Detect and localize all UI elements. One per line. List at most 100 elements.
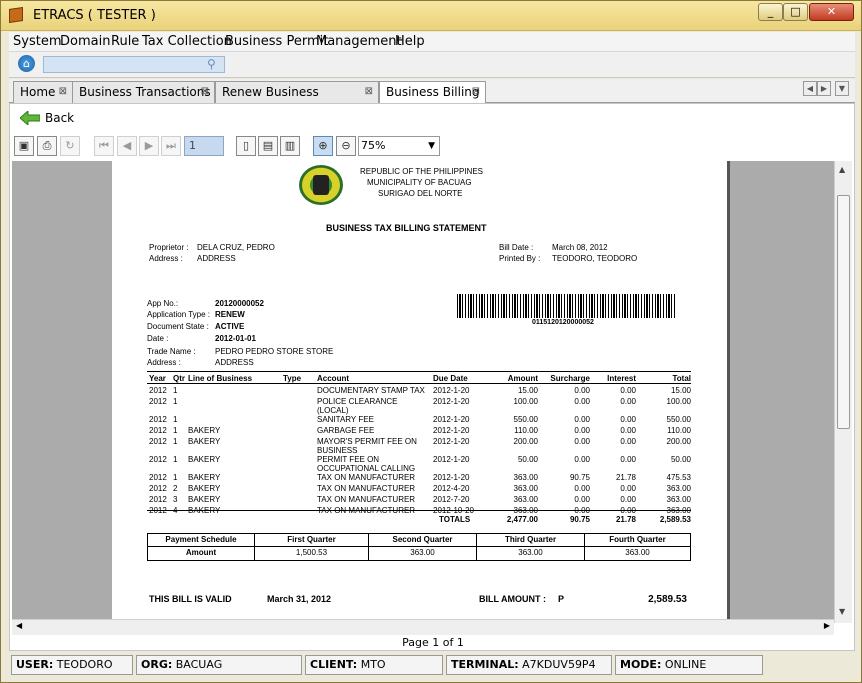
table-cell: 2012 [149,397,167,406]
back-arrow-icon [20,111,40,125]
municipal-seal-icon [299,165,343,205]
zoom-value: 75% [361,139,386,152]
home-icon[interactable]: ⌂ [18,55,35,72]
printed-by-label: Printed By : [499,254,541,263]
table-cell: 0.00 [620,386,636,395]
table-header-cell: Type [283,374,302,383]
scroll-left-icon[interactable]: ◀ [16,621,22,630]
next-page-icon[interactable]: ▶ [139,136,159,156]
table-cell: 200.00 [513,437,538,446]
date-value: 2012-01-01 [215,334,256,343]
app-type-label: Application Type : [147,310,211,319]
close-tab-icon[interactable]: ⊠ [201,82,209,102]
schedule-header: Fourth Quarter [584,534,690,547]
address-bar: ⌂ ⚲ [9,52,855,78]
menu-domain[interactable]: Domain [60,34,110,49]
table-cell: 550.00 [513,415,538,424]
maximize-button[interactable]: □ [783,3,808,21]
horizontal-scrollbar[interactable]: ◀ ▶ [12,619,834,635]
schedule-header: Second Quarter [368,534,476,547]
tab-renew-business[interactable]: Renew Business (Capture)⊠ [215,81,379,119]
close-button[interactable]: ✕ [809,3,854,21]
fit-page-icon[interactable]: ▤ [258,136,278,156]
tab-scroll-right-icon[interactable]: ▶ [817,81,831,96]
menu-system[interactable]: System [13,34,61,49]
status-bar: USER: TEODORO ORG: BACUAG CLIENT: MTO TE… [9,653,855,677]
status-value: TEODORO [56,658,113,671]
report-viewport[interactable]: REPUBLIC OF THE PHILIPPINES MUNICIPALITY… [12,161,852,623]
menu-business-permit[interactable]: Business Permit [225,34,328,49]
scroll-right-icon[interactable]: ▶ [824,621,830,630]
menu-management[interactable]: Management [316,34,402,49]
status-value: BACUAG [175,658,223,671]
table-cell: 2012-1-20 [433,426,470,435]
minimize-button[interactable]: _ [758,3,783,21]
tab-scroll-left-icon[interactable]: ◀ [803,81,817,96]
tab-business-billing[interactable]: Business Billing ⊠ [379,81,486,104]
scroll-down-icon[interactable]: ▼ [839,607,845,616]
doc-state-label: Document State : [147,322,209,331]
tab-home[interactable]: Home ⊠ [13,81,73,103]
tab-label: Business Billing [386,85,480,99]
schedule-value: 1,500.53 [254,547,368,560]
tab-label: Business Transactions [79,85,211,99]
app-type-value: RENEW [215,310,245,319]
table-cell: GARBAGE FEE [317,426,375,435]
menu-tax-collection[interactable]: Tax Collection [142,34,232,49]
actual-size-icon[interactable]: ▯ [236,136,256,156]
vertical-scrollbar[interactable]: ▲ ▼ [834,161,852,623]
zoom-out-icon[interactable]: ⊖ [336,136,356,156]
previous-page-icon[interactable]: ◀ [117,136,137,156]
table-cell: SANITARY FEE [317,415,374,424]
table-cell: 21.78 [615,473,636,482]
table-cell: 2012 [149,415,167,424]
table-cell: BAKERY [188,426,221,435]
tab-business-transactions[interactable]: Business Transactions ⊠ [72,81,215,103]
print-icon[interactable]: ⎙ [37,136,57,156]
table-cell: 0.00 [620,426,636,435]
title-bar[interactable]: ETRACS ( TESTER ) _ □ ✕ [1,1,861,31]
valid-label: THIS BILL IS VALID [149,594,232,604]
bill-date-label: Bill Date : [499,243,534,252]
zoom-in-icon[interactable]: ⊕ [313,136,333,156]
app-window: ETRACS ( TESTER ) _ □ ✕ System Domain Ru… [0,0,862,683]
table-cell: 15.00 [517,386,538,395]
header-rule [147,383,691,384]
first-page-icon[interactable]: ⏮ [94,136,114,156]
search-icon[interactable]: ⚲ [207,57,216,71]
table-cell: 110.00 [667,426,691,435]
table-cell: 200.00 [666,437,691,446]
status-terminal: TERMINAL: A7KDUV59P4 [446,655,612,675]
last-page-icon[interactable]: ⏭ [161,136,181,156]
close-tab-icon[interactable]: ⊠ [472,82,480,102]
schedule-value: 363.00 [368,547,476,560]
table-cell: 50.00 [517,455,538,464]
menu-help[interactable]: Help [395,34,425,49]
scrollbar-thumb[interactable] [837,195,850,429]
scroll-up-icon[interactable]: ▲ [839,165,845,174]
zoom-select[interactable]: 75% ▼ [358,136,440,156]
refresh-icon[interactable]: ↻ [60,136,80,156]
table-cell: 15.00 [670,386,691,395]
menu-rule[interactable]: Rule [111,34,139,49]
proprietor-value: DELA CRUZ, PEDRO [197,243,275,252]
table-cell: 2012-1-20 [433,455,470,464]
business-billing-panel: Back ▣ ⎙ ↻ ⏮ ◀ ▶ ⏭ 1 ▯ ▤ ▥ ⊕ ⊖ 75% ▼ REPU… [9,103,855,651]
save-icon[interactable]: ▣ [14,136,34,156]
tab-list-icon[interactable]: ▼ [835,81,849,96]
table-cell: BAKERY [188,495,221,504]
bill-amount-value: 2,589.53 [648,594,687,605]
page-number-input[interactable]: 1 [184,136,224,156]
trade-name-label: Trade Name : [147,347,196,356]
search-input[interactable] [43,56,225,73]
table-cell: 1 [173,415,178,424]
close-tab-icon[interactable]: ⊠ [365,82,373,102]
schedule-header: Payment Schedule [165,535,237,544]
table-cell: 110.00 [514,426,538,435]
tab-bar: Home ⊠ Business Transactions ⊠ Renew Busin… [9,79,855,119]
table-cell: 1 [173,426,178,435]
table-cell: PERMIT FEE ON OCCUPATIONAL CALLING [317,455,416,473]
close-tab-icon[interactable]: ⊠ [59,82,67,102]
fit-width-icon[interactable]: ▥ [280,136,300,156]
status-label: ORG: [141,658,173,671]
